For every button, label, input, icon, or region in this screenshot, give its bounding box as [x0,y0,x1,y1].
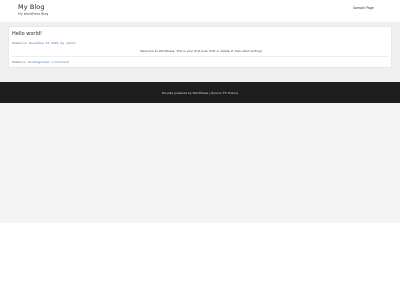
site-header: My Blog My WordPress Blog Sample Page [0,0,400,22]
page-bottom [0,223,400,300]
post-title[interactable]: Hello world! [12,31,42,37]
post-date-link[interactable]: December 13, 2020 [29,41,59,45]
post-meta: Posted on December 13, 2020 by admin [12,41,77,45]
site-footer: Proudly powered by WordPress | Ryocoo FX… [0,82,400,103]
site-title[interactable]: My Blog [18,3,45,11]
post-footer: Posted in Uncategorized 1 Comment [12,60,70,64]
by-label: by [60,40,65,45]
footer-credit[interactable]: Proudly powered by WordPress | Ryocoo FX… [0,91,400,95]
posted-in-label: Posted in [12,59,26,64]
post-divider [12,56,388,57]
posted-on-label: Posted on [12,40,27,45]
post-author-link[interactable]: admin [66,41,75,45]
site-tagline: My WordPress Blog [18,12,49,16]
post-card: Hello world! Posted on December 13, 2020… [8,26,392,68]
post-comments-link[interactable]: 1 Comment [51,60,69,64]
page-background [0,103,400,223]
post-category-link[interactable]: Uncategorized [28,60,50,64]
post-content: Welcome to WordPress. This is your first… [140,48,262,53]
nav-item-sample-page[interactable]: Sample Page [353,6,374,10]
